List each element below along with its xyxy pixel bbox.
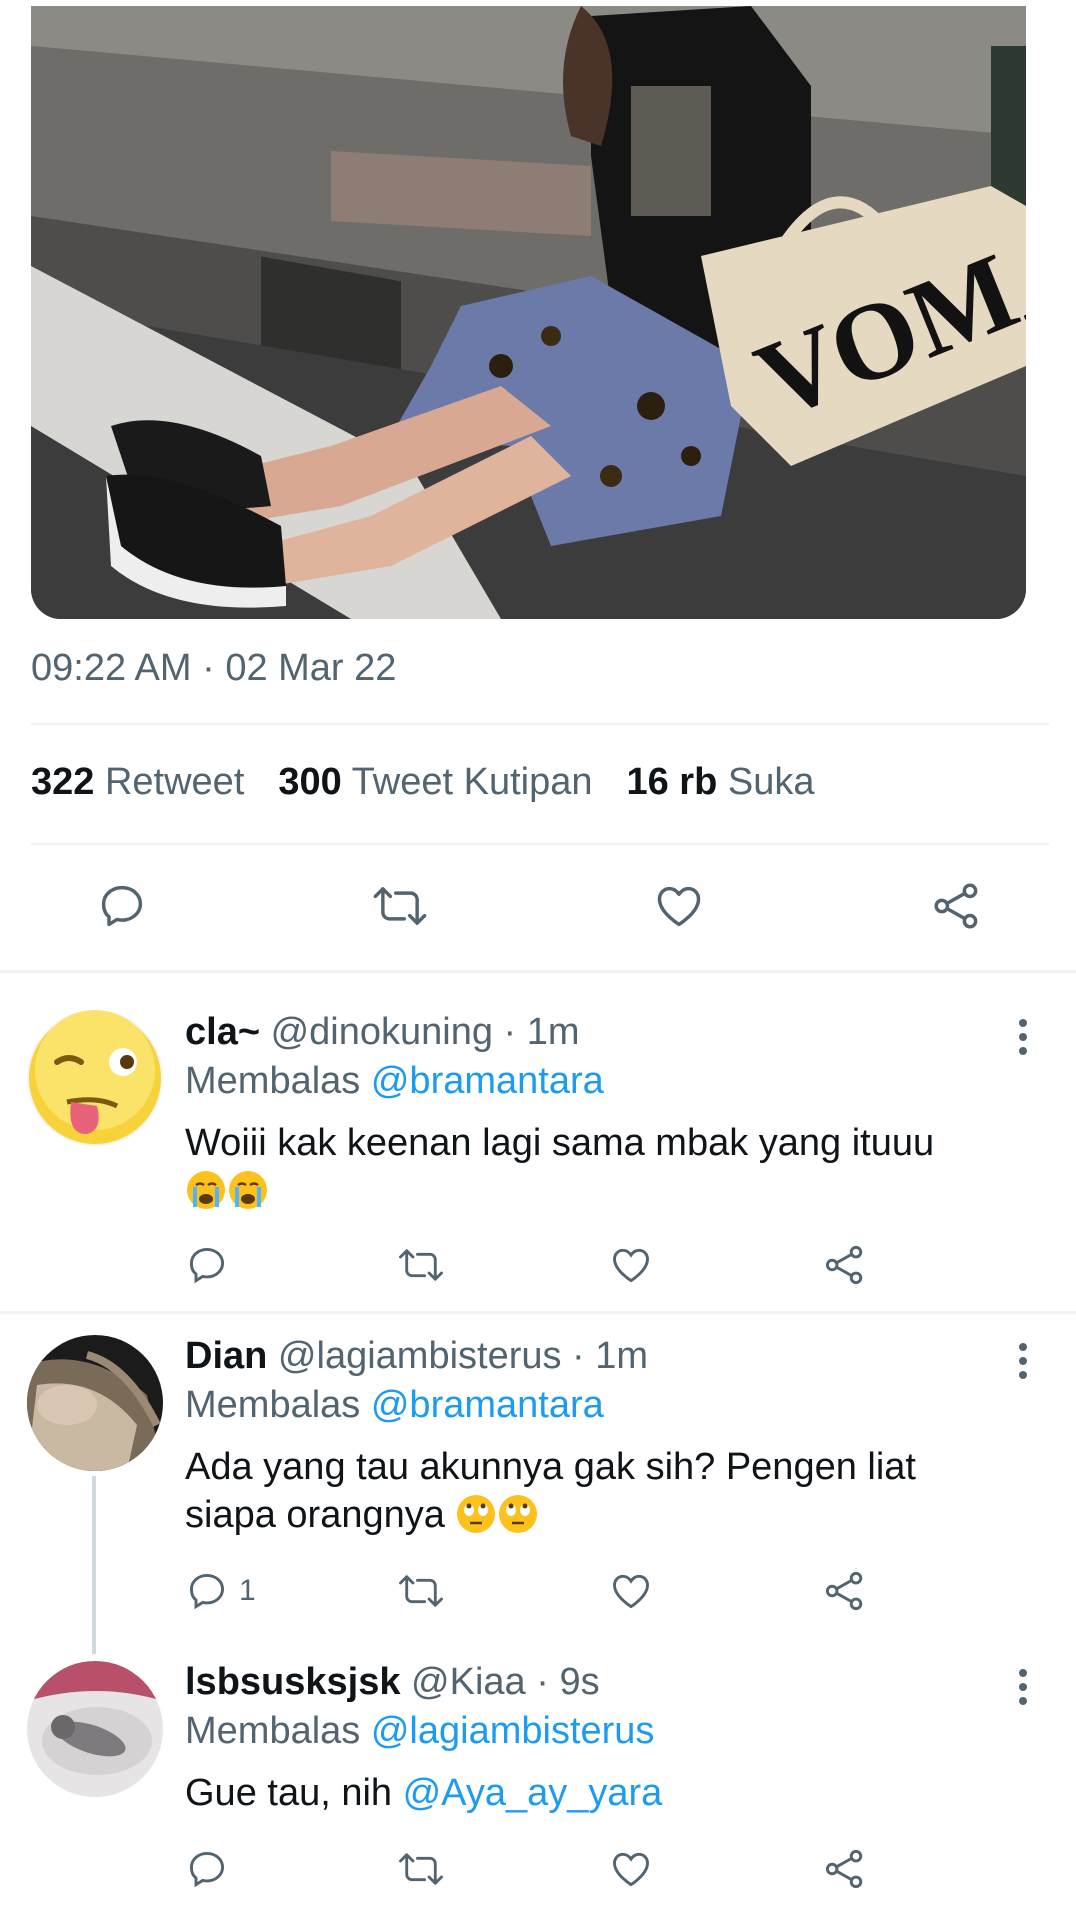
stat-label: Retweet	[104, 761, 245, 803]
share-icon	[825, 1571, 863, 1611]
heart-icon	[657, 886, 701, 927]
replying-to: Membalas @bramantara	[185, 1060, 1016, 1103]
reply-button[interactable]: 1	[185, 1569, 256, 1613]
user-handle[interactable]: @dinokuning	[271, 1011, 493, 1053]
reply-header: lsbsusksjsk @Kiaa · 9s	[185, 1661, 600, 1703]
replying-to: Membalas @lagiambisterus	[185, 1710, 1016, 1753]
reply-time[interactable]: 1m	[595, 1335, 648, 1377]
reply-button[interactable]	[185, 1243, 239, 1287]
heart-icon	[613, 1248, 649, 1283]
section-divider	[0, 1311, 1076, 1314]
retweet-button[interactable]	[370, 880, 430, 932]
reply-text-content: Ada yang tau akunnya gak sih? Pengen lia…	[185, 1446, 916, 1536]
more-options-button[interactable]	[1018, 1019, 1028, 1059]
stat-count: 300	[278, 761, 342, 803]
avatar[interactable]	[27, 1010, 163, 1146]
reply-body: Dian @lagiambisterus · 1m Membalas @bram…	[185, 1335, 1016, 1539]
user-handle[interactable]: @Kiaa	[411, 1661, 526, 1703]
reply-icon	[189, 1247, 225, 1284]
heart-icon	[613, 1852, 649, 1887]
reply-button[interactable]	[185, 1847, 239, 1891]
section-divider	[0, 970, 1076, 973]
replying-to: Membalas @bramantara	[185, 1384, 1016, 1427]
reply-text-content: Gue tau, nih	[185, 1772, 403, 1814]
like-button[interactable]	[608, 1569, 654, 1613]
stat-count: 16 rb	[626, 761, 718, 803]
retweet-icon	[399, 1249, 443, 1281]
retweet-count-stat[interactable]: 322 Retweet	[31, 761, 244, 804]
reply-time[interactable]: 9s	[559, 1661, 599, 1703]
reply-action-bar	[0, 1243, 1076, 1313]
reply-text: Ada yang tau akunnya gak sih? Pengen lia…	[185, 1443, 1016, 1539]
reply-icon	[189, 1573, 225, 1610]
replying-to-mention[interactable]: @bramantara	[371, 1384, 604, 1426]
stat-count: 322	[31, 761, 95, 803]
replying-to-mention[interactable]: @lagiambisterus	[371, 1710, 655, 1752]
like-button[interactable]	[608, 1243, 654, 1287]
display-name[interactable]: cla~	[185, 1011, 260, 1053]
more-vertical-icon	[1019, 1343, 1027, 1351]
retweet-button[interactable]	[396, 1569, 446, 1613]
retweet-button[interactable]	[396, 1243, 446, 1287]
crying-face-emoji	[187, 1171, 225, 1209]
replying-to-mention[interactable]: @bramantara	[371, 1060, 604, 1102]
reply-header: cla~ @dinokuning · 1m	[185, 1011, 580, 1053]
reply-text: Gue tau, nih @Aya_ay_yara	[185, 1769, 1016, 1817]
retweet-button[interactable]	[396, 1847, 446, 1891]
more-vertical-icon	[1019, 1669, 1027, 1677]
reply-text-content: Woiii kak keenan lagi sama mbak yang itu…	[185, 1122, 935, 1164]
like-button[interactable]	[652, 880, 706, 932]
tweet-detail-page: VOMAN 09:22 AM · 02 Mar 22 322 Retweet 3…	[0, 0, 1076, 1917]
more-options-button[interactable]	[1018, 1669, 1028, 1709]
replying-label: Membalas	[185, 1384, 361, 1426]
avatar[interactable]	[27, 1335, 163, 1471]
tweet-timestamp[interactable]: 09:22 AM · 02 Mar 22	[31, 647, 396, 690]
reply-icon	[189, 1851, 225, 1888]
replying-label: Membalas	[185, 1710, 361, 1752]
share-icon	[934, 883, 978, 929]
retweet-icon	[399, 1853, 443, 1885]
reply-body: cla~ @dinokuning · 1m Membalas @bramanta…	[185, 1011, 1016, 1215]
divider	[31, 723, 1049, 725]
retweet-icon	[373, 887, 427, 925]
share-button[interactable]	[822, 1243, 868, 1287]
reply-text: Woiii kak keenan lagi sama mbak yang itu…	[185, 1119, 1016, 1215]
tweet-stats: 322 Retweet 300 Tweet Kutipan 16 rb Suka	[31, 761, 815, 804]
crying-face-emoji	[229, 1171, 267, 1209]
more-vertical-icon	[1019, 1019, 1027, 1027]
heart-icon	[613, 1574, 649, 1609]
like-button[interactable]	[608, 1847, 654, 1891]
user-handle[interactable]: @lagiambisterus	[278, 1335, 562, 1377]
stat-label: Suka	[727, 761, 815, 803]
share-icon	[825, 1849, 863, 1889]
reply-time[interactable]: 1m	[527, 1011, 580, 1053]
reply-button[interactable]	[96, 880, 148, 932]
display-name[interactable]: lsbsusksjsk	[185, 1661, 400, 1703]
retweet-icon	[399, 1575, 443, 1607]
quote-tweet-count-stat[interactable]: 300 Tweet Kutipan	[278, 761, 592, 804]
share-button[interactable]	[930, 880, 984, 932]
reply-body: lsbsusksjsk @Kiaa · 9s Membalas @lagiamb…	[185, 1661, 1016, 1817]
share-button[interactable]	[822, 1847, 868, 1891]
more-options-button[interactable]	[1018, 1343, 1028, 1383]
eye-roll-face-emoji	[457, 1495, 496, 1533]
reply-count: 1	[239, 1574, 256, 1607]
avatar[interactable]	[27, 1661, 163, 1797]
tweet-photo[interactable]: VOMAN	[31, 6, 1026, 619]
eye-roll-face-emoji	[499, 1495, 538, 1533]
share-icon	[825, 1245, 863, 1285]
inline-mention[interactable]: @Aya_ay_yara	[403, 1772, 663, 1814]
reply-action-bar: 1	[0, 1569, 1076, 1639]
reply-action-bar	[0, 1847, 1076, 1917]
stat-label: Tweet Kutipan	[351, 761, 593, 803]
like-count-stat[interactable]: 16 rb Suka	[626, 761, 814, 804]
reply-icon	[101, 885, 143, 927]
divider	[31, 843, 1049, 845]
replying-label: Membalas	[185, 1060, 361, 1102]
reply-header: Dian @lagiambisterus · 1m	[185, 1335, 649, 1377]
display-name[interactable]: Dian	[185, 1335, 267, 1377]
tweet-action-bar	[0, 872, 1076, 942]
share-button[interactable]	[822, 1569, 868, 1613]
